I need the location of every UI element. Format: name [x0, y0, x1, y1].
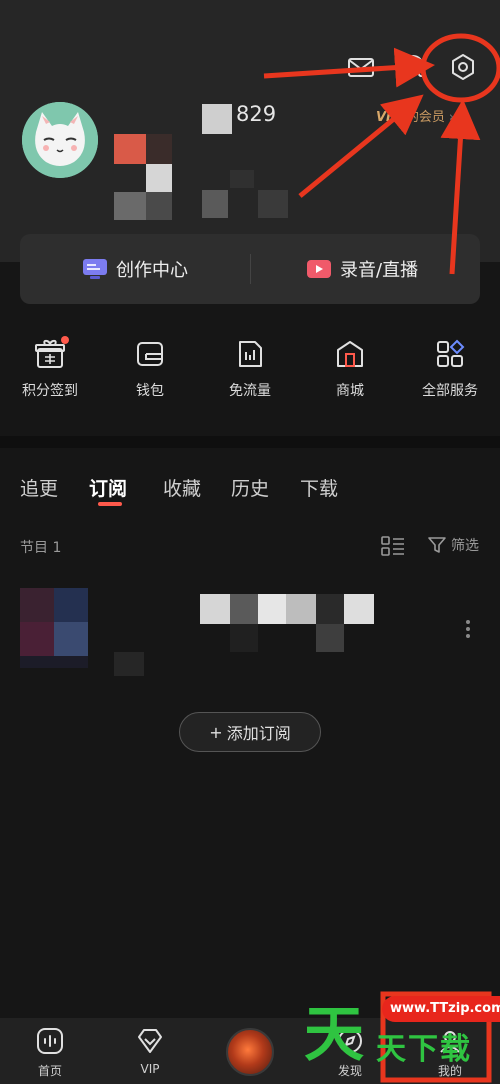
blurred-name-block — [114, 192, 146, 220]
tab-subscribe[interactable]: 订阅 — [89, 474, 127, 501]
nav-home[interactable]: 首页 — [10, 1026, 90, 1079]
blurred-title-block — [316, 594, 344, 624]
home-wave-icon — [37, 1028, 63, 1054]
settings-hexagon-icon[interactable] — [448, 52, 478, 82]
store-icon — [334, 338, 366, 370]
service-label: 全部服务 — [422, 383, 478, 399]
creator-bar: 创作中心 录音/直播 — [20, 234, 480, 304]
avatar[interactable] — [22, 102, 98, 178]
filter-funnel-icon — [428, 537, 446, 553]
program-count: 节目 1 — [20, 540, 62, 556]
wallet-icon — [134, 338, 166, 370]
record-play-icon — [307, 260, 331, 278]
vip-diamond-icon — [138, 1029, 162, 1053]
blurred-title-block — [286, 594, 316, 624]
blurred-name-block — [230, 170, 254, 188]
filter-label: 筛选 — [451, 538, 479, 554]
headset-icon[interactable] — [398, 52, 428, 82]
nav-vip-label: VIP — [140, 1062, 160, 1076]
plus-icon: + — [209, 722, 223, 742]
tab-download[interactable]: 下载 — [300, 474, 338, 501]
service-wallet[interactable]: 钱包 — [100, 334, 200, 400]
service-label: 积分签到 — [22, 383, 78, 399]
filter-button[interactable]: 筛选 — [427, 535, 479, 555]
watermark-big: 天 — [304, 1000, 364, 1070]
watermark-sub: 天下载 — [376, 1032, 472, 1067]
services-row: 积分签到 钱包 免流量 商城 全部服务 — [0, 334, 500, 414]
envelope-icon[interactable] — [346, 52, 376, 82]
player-disc-icon[interactable] — [226, 1028, 274, 1076]
blurred-name-block — [258, 190, 288, 218]
program-thumbnail — [20, 588, 88, 668]
blurred-title-block — [230, 624, 258, 652]
add-subscription-label: 添加订阅 — [226, 724, 291, 743]
tab-follow[interactable]: 追更 — [20, 474, 58, 501]
creator-divider — [250, 254, 251, 284]
active-tab-indicator — [98, 502, 122, 506]
list-view-icon[interactable] — [381, 535, 405, 557]
blurred-title-block — [316, 624, 344, 652]
tab-history[interactable]: 历史 — [231, 474, 269, 501]
nav-vip[interactable]: VIP — [110, 1026, 190, 1076]
vip-badge: VI — [376, 110, 391, 125]
watermark-url: www.TTzip.com — [382, 996, 500, 1022]
add-subscription-button[interactable]: + 添加订阅 — [179, 712, 321, 752]
service-label: 免流量 — [229, 383, 271, 399]
vip-membership-link[interactable]: VI 我的会员 › — [376, 106, 454, 125]
vip-membership-label: 我的会员 — [392, 110, 445, 125]
grid-services-icon — [434, 338, 466, 370]
tab-favorites[interactable]: 收藏 — [163, 474, 201, 501]
nav-home-label: 首页 — [37, 1064, 62, 1078]
gift-sign-icon — [34, 336, 69, 370]
creator-monitor-icon — [83, 259, 107, 279]
blurred-title-block — [344, 594, 374, 624]
service-sign-in[interactable]: 积分签到 — [0, 334, 100, 400]
blurred-name-block — [146, 192, 172, 220]
sim-chart-icon — [234, 338, 266, 370]
more-options-icon[interactable] — [462, 618, 474, 640]
service-store[interactable]: 商城 — [300, 334, 400, 400]
service-free-data[interactable]: 免流量 — [200, 334, 300, 400]
blurred-title-block — [230, 594, 258, 624]
creator-center-label: 创作中心 — [116, 260, 188, 281]
service-all[interactable]: 全部服务 — [400, 334, 500, 400]
blurred-name-block — [202, 104, 232, 134]
blurred-name-block — [146, 134, 172, 164]
blurred-name-block — [146, 164, 172, 194]
blurred-title-block — [200, 594, 230, 624]
record-live-button[interactable]: 录音/直播 — [306, 234, 418, 304]
notification-dot — [61, 336, 69, 344]
blurred-title-block — [114, 652, 144, 676]
username-suffix: 829 — [236, 102, 277, 126]
creator-center-button[interactable]: 创作中心 — [82, 234, 188, 304]
section-divider — [0, 436, 500, 448]
record-live-label: 录音/直播 — [340, 260, 419, 281]
blurred-name-block — [114, 134, 146, 164]
service-label: 商城 — [336, 383, 364, 399]
chevron-right-icon: › — [448, 110, 455, 125]
blurred-name-block — [202, 190, 228, 218]
service-label: 钱包 — [136, 383, 164, 399]
blurred-title-block — [258, 594, 286, 624]
